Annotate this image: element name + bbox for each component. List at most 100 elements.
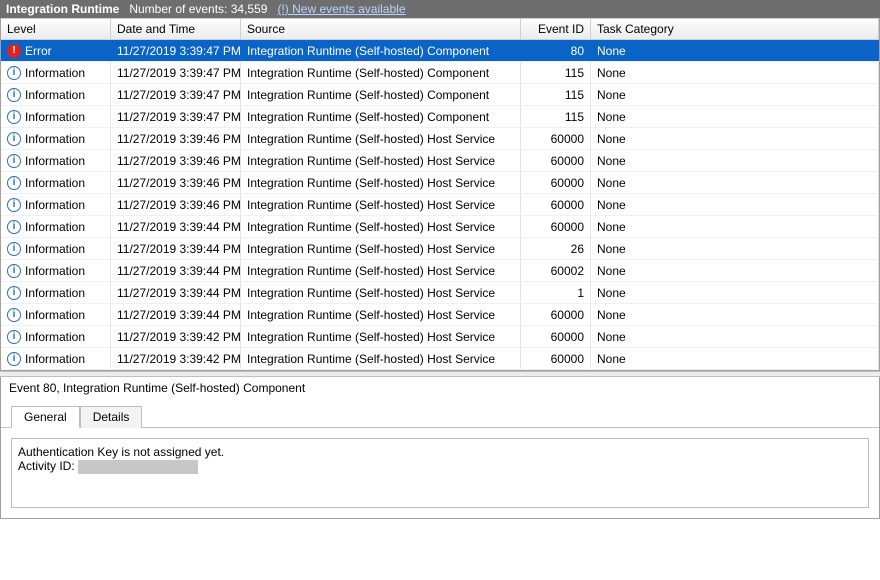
cell-category: None [591,62,879,83]
column-header-date[interactable]: Date and Time [111,19,241,39]
table-row[interactable]: iInformation11/27/2019 3:39:47 PMIntegra… [1,106,879,128]
cell-source: Integration Runtime (Self-hosted) Compon… [241,106,521,127]
detail-message: Authentication Key is not assigned yet. [18,445,862,459]
level-text: Error [25,44,52,58]
cell-date: 11/27/2019 3:39:44 PM [111,304,241,325]
info-icon: i [7,198,21,212]
table-row[interactable]: iInformation11/27/2019 3:39:44 PMIntegra… [1,282,879,304]
table-row[interactable]: iInformation11/27/2019 3:39:44 PMIntegra… [1,304,879,326]
table-row[interactable]: iInformation11/27/2019 3:39:47 PMIntegra… [1,62,879,84]
cell-level: i Information [1,62,111,83]
error-icon: ! [7,44,21,58]
cell-date: 11/27/2019 3:39:42 PM [111,326,241,347]
cell-date: 11/27/2019 3:39:46 PM [111,172,241,193]
cell-category: None [591,106,879,127]
cell-event-id: 60000 [521,150,591,171]
cell-category: None [591,40,879,61]
cell-date: 11/27/2019 3:39:47 PM [111,84,241,105]
table-row[interactable]: iInformation11/27/2019 3:39:42 PMIntegra… [1,348,879,370]
info-icon: i [7,66,21,80]
cell-source: Integration Runtime (Self-hosted) Compon… [241,84,521,105]
cell-source: Integration Runtime (Self-hosted) Compon… [241,40,521,61]
column-headers: Level Date and Time Source Event ID Task… [1,18,879,40]
cell-level: i Information [1,172,111,193]
table-row[interactable]: ! Error 11/27/2019 3:39:47 PMIntegration R… [1,40,879,62]
column-header-event-id[interactable]: Event ID [521,19,591,39]
cell-date: 11/27/2019 3:39:46 PM [111,194,241,215]
cell-date: 11/27/2019 3:39:47 PM [111,40,241,61]
table-row[interactable]: iInformation11/27/2019 3:39:46 PMIntegra… [1,150,879,172]
info-icon: i [7,308,21,322]
cell-source: Integration Runtime (Self-hosted) Host S… [241,348,521,369]
cell-event-id: 60000 [521,194,591,215]
column-header-source[interactable]: Source [241,19,521,39]
cell-event-id: 115 [521,106,591,127]
column-header-level[interactable]: Level [1,19,111,39]
level-text: Information [25,242,85,256]
detail-title: Event 80, Integration Runtime (Self-host… [1,377,879,399]
table-row[interactable]: iInformation11/27/2019 3:39:46 PMIntegra… [1,128,879,150]
table-row[interactable]: iInformation11/27/2019 3:39:44 PMIntegra… [1,260,879,282]
cell-date: 11/27/2019 3:39:47 PM [111,62,241,83]
cell-level: iInformation [1,106,111,127]
table-row[interactable]: iInformation11/27/2019 3:39:47 PMIntegra… [1,84,879,106]
refresh-events-link[interactable]: (!) New events available [277,2,405,16]
table-row[interactable]: i Information 11/27/2019 3:39:46 PMIntegra… [1,172,879,194]
cell-event-id: 80 [521,40,591,61]
info-icon: i [7,330,21,344]
cell-date: 11/27/2019 3:39:44 PM [111,260,241,281]
cell-event-id: 26 [521,238,591,259]
info-icon: i [7,176,21,190]
cell-source: Integration Runtime (Self-hosted) Host S… [241,326,521,347]
cell-level: iInformation [1,326,111,347]
level-text: Information [25,286,85,300]
cell-event-id: 60002 [521,260,591,281]
info-icon: i [7,220,21,234]
cell-source: Integration Runtime (Self-hosted) Host S… [241,216,521,237]
level-text: Information [25,66,85,80]
cell-date: 11/27/2019 3:39:46 PM [111,128,241,149]
table-row[interactable]: i Information 11/27/2019 3:39:46 PMIntegra… [1,194,879,216]
events-count: Number of events: 34,559 [129,2,267,16]
cell-level: iInformation [1,282,111,303]
cell-source: Integration Runtime (Self-hosted) Host S… [241,128,521,149]
level-text: Information [25,198,85,212]
level-text: Information [25,154,85,168]
cell-source: Integration Runtime (Self-hosted) Host S… [241,304,521,325]
cell-category: None [591,326,879,347]
level-text: Information [25,110,85,124]
cell-date: 11/27/2019 3:39:44 PM [111,282,241,303]
info-icon: i [7,132,21,146]
level-text: Information [25,176,85,190]
cell-category: None [591,260,879,281]
cell-source: Integration Runtime (Self-hosted) Host S… [241,194,521,215]
cell-event-id: 60000 [521,348,591,369]
cell-level: iInformation [1,128,111,149]
cell-event-id: 60000 [521,172,591,193]
cell-event-id: 60000 [521,216,591,237]
log-title: Integration Runtime [6,2,119,16]
cell-level: i Information [1,216,111,237]
cell-date: 11/27/2019 3:39:44 PM [111,238,241,259]
cell-date: 11/27/2019 3:39:47 PM [111,106,241,127]
cell-category: None [591,172,879,193]
table-row[interactable]: iInformation11/27/2019 3:39:44 PMIntegra… [1,216,879,238]
cell-category: None [591,150,879,171]
cell-date: 11/27/2019 3:39:42 PM [111,348,241,369]
redacted-activity-id [78,460,198,474]
table-row[interactable]: iInformation11/27/2019 3:39:44 PMIntegra… [1,238,879,260]
cell-level: iInformation [1,304,111,325]
level-text: Information [25,220,85,234]
cell-category: None [591,282,879,303]
cell-source: Integration Runtime (Self-hosted) Host S… [241,172,521,193]
column-header-category[interactable]: Task Category [591,19,879,39]
cell-level: iInformation [1,238,111,259]
table-row[interactable]: iInformation11/27/2019 3:39:42 PMIntegra… [1,326,879,348]
info-icon: i [7,264,21,278]
detail-body: Authentication Key is not assigned yet. … [11,438,869,508]
level-text: Information [25,88,85,102]
cell-category: None [591,304,879,325]
detail-pane: Event 80, Integration Runtime (Self-host… [0,377,880,519]
tab-details[interactable]: Details [80,406,143,428]
tab-general[interactable]: General [11,406,80,428]
